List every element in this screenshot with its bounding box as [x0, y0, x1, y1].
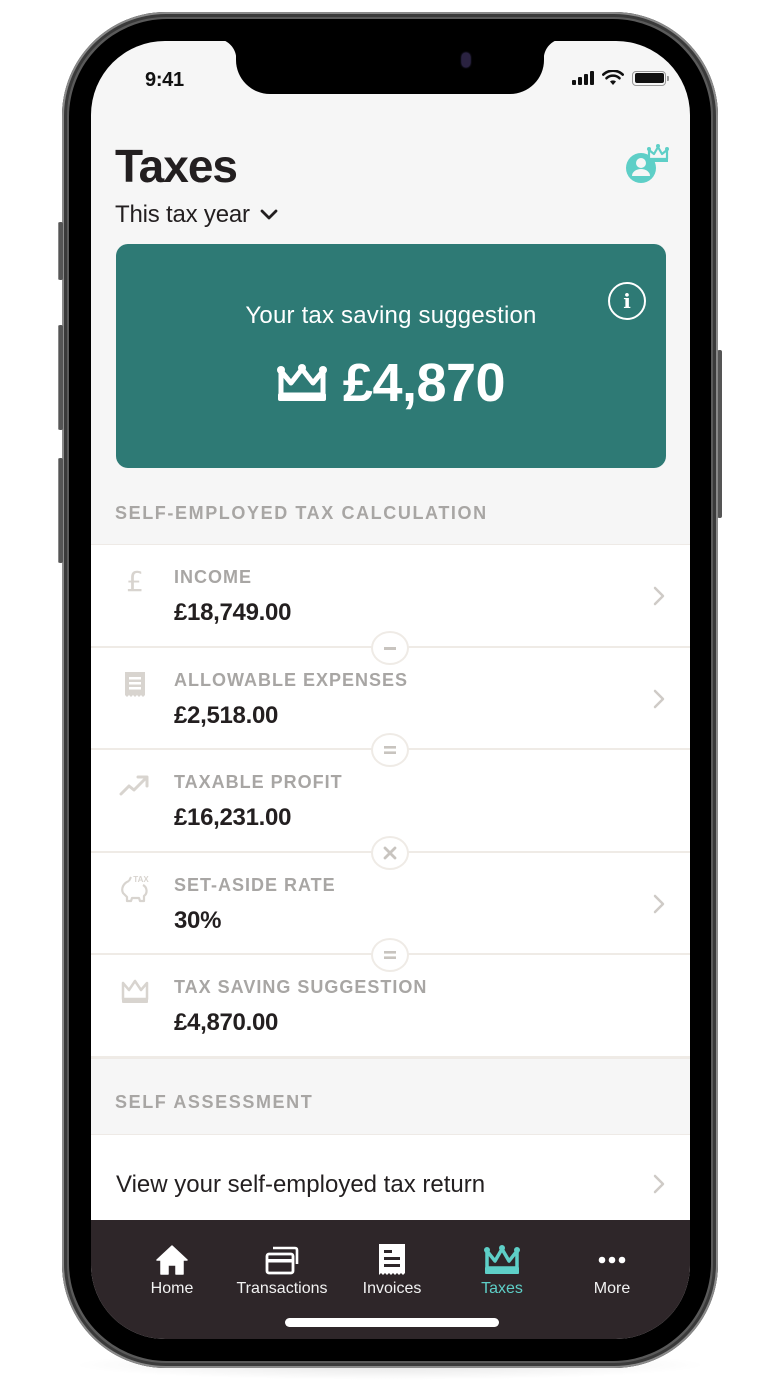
calc-row-label: TAXABLE PROFIT [174, 772, 343, 792]
cards-icon [265, 1246, 299, 1275]
svg-text:TAX: TAX [133, 875, 149, 884]
pound-icon: £ [126, 565, 144, 597]
tab-transactions[interactable]: Transactions [227, 1242, 337, 1298]
equals-operator-icon [371, 733, 409, 767]
calc-row-label: ALLOWABLE EXPENSES [174, 669, 409, 690]
tax-saving-banner[interactable]: Your tax saving suggestion £4,870 i [116, 244, 666, 468]
chevron-right-icon [653, 689, 665, 708]
invoice-icon [379, 1244, 405, 1275]
crown-icon [121, 979, 149, 1003]
view-tax-return-label: View your self-employed tax return [116, 1171, 486, 1198]
wifi-icon [602, 70, 624, 85]
tab-label: Transactions [236, 1280, 328, 1297]
cellular-signal-icon [572, 71, 594, 85]
trend-up-icon [119, 775, 149, 796]
mute-switch [58, 222, 63, 280]
tab-more[interactable]: More [557, 1242, 667, 1298]
profile-button[interactable] [625, 143, 671, 185]
tab-label: Home [150, 1280, 194, 1297]
power-button [717, 350, 722, 518]
notch [216, 41, 564, 94]
crown-icon [484, 1245, 520, 1274]
tax-year-selector[interactable]: This tax year [115, 201, 278, 229]
self-assessment-section-title: SELF ASSESSMENT [115, 1092, 314, 1112]
calculation-list: £ INCOME £18,749.00 ALLOWABLE EXPENSES £… [91, 544, 690, 1059]
page-title: Taxes [115, 140, 238, 192]
home-icon [156, 1245, 188, 1275]
calculation-section-title: SELF-EMPLOYED TAX CALCULATION [115, 503, 488, 523]
piggy-bank-tax-icon: TAX [121, 875, 149, 902]
svg-text:£: £ [126, 565, 144, 597]
tab-taxes[interactable]: Taxes [447, 1242, 557, 1298]
status-time: 9:41 [145, 69, 184, 91]
bottom-tab-bar: Home Transactions Invoices Taxes More [91, 1220, 690, 1339]
tab-home[interactable]: Home [117, 1242, 227, 1298]
calc-row-value: £4,870.00 [174, 1009, 279, 1036]
tab-label: Invoices [362, 1280, 422, 1297]
equals-operator-icon [371, 938, 409, 972]
banner-amount: £4,870 [342, 353, 506, 413]
crown-icon [276, 364, 327, 401]
minus-operator-icon [371, 631, 409, 665]
tab-label: More [593, 1280, 631, 1297]
calc-row-label: SET-ASIDE RATE [174, 874, 336, 895]
info-icon[interactable]: i [608, 282, 646, 320]
banner-amount-row: £4,870 [116, 352, 666, 414]
volume-down-button [58, 458, 63, 563]
tab-invoices[interactable]: Invoices [337, 1242, 447, 1298]
home-indicator[interactable] [285, 1318, 499, 1327]
chevron-down-icon [260, 209, 278, 220]
banner-title: Your tax saving suggestion [245, 302, 537, 329]
chevron-right-icon [653, 1174, 665, 1194]
tax-year-label: This tax year [115, 201, 250, 228]
chevron-right-icon [653, 894, 665, 913]
receipt-icon [125, 671, 145, 697]
profile-crown-icon [626, 144, 669, 183]
more-dots-icon [598, 1256, 626, 1264]
view-tax-return-link[interactable]: View your self-employed tax return [91, 1134, 690, 1234]
app-screen: 9:41 Taxes This tax year Your tax saving… [91, 41, 690, 1339]
volume-up-button [58, 325, 63, 430]
calc-row-value: 30% [174, 906, 222, 934]
front-camera [462, 53, 470, 67]
calc-row-label: TAX SAVING SUGGESTION [174, 977, 428, 997]
battery-icon [632, 70, 669, 86]
calc-row-value: £2,518.00 [174, 701, 279, 729]
tab-label: Taxes [481, 1280, 523, 1297]
status-icons [572, 70, 669, 86]
chevron-right-icon [653, 586, 665, 606]
calc-row-value: £18,749.00 [174, 599, 292, 626]
calc-row-label: INCOME [174, 567, 252, 587]
multiply-operator-icon [371, 836, 409, 870]
calc-row-value: £16,231.00 [174, 804, 292, 831]
